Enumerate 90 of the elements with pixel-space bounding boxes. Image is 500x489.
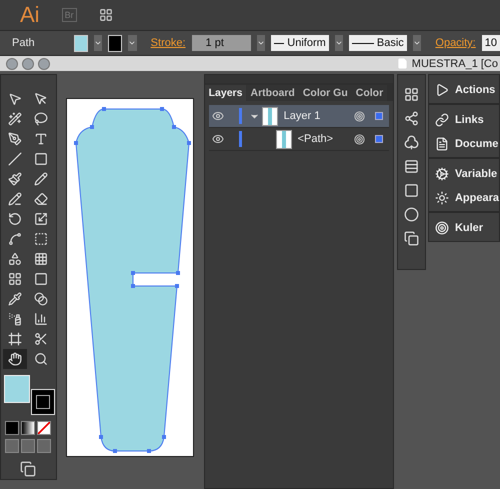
caret-icon (128, 39, 136, 47)
target-icon[interactable] (354, 110, 366, 122)
stroke-color-swatch[interactable] (31, 389, 56, 415)
document-icon (434, 137, 449, 151)
fill-swatch[interactable] (74, 34, 88, 52)
rotate-icon (8, 212, 22, 226)
link-icon (434, 113, 449, 127)
bar-chart-icon (34, 312, 48, 326)
eye-icon[interactable] (212, 133, 224, 145)
pen-nib-icon (8, 132, 22, 146)
eyedropper-icon (8, 292, 22, 306)
color-mode-button[interactable] (5, 421, 20, 435)
app-logo: Ai (20, 2, 40, 28)
eye-icon[interactable] (212, 110, 224, 122)
document-icon (396, 58, 408, 69)
spray-can-icon (8, 312, 22, 326)
selection-label: Path (12, 37, 36, 49)
document-title: MUESTRA_1 [Co (412, 58, 498, 70)
gears-icon (434, 167, 449, 181)
window-button[interactable] (38, 58, 50, 70)
none-mode-button[interactable] (37, 421, 52, 435)
play-icon (434, 83, 449, 97)
dock-panel-item[interactable]: Docume (434, 137, 499, 151)
layer-row[interactable]: Layer 1 (208, 105, 389, 128)
layer-row[interactable]: <Path> (208, 128, 389, 151)
perspective-grid-icon (34, 252, 48, 266)
line-icon (8, 152, 22, 166)
screen-mode-icon[interactable] (20, 461, 36, 477)
panel-tab[interactable]: Layers (204, 85, 246, 101)
caret-icon (94, 39, 102, 47)
stroke-weight-field[interactable]: 1 pt (192, 35, 251, 51)
sun-icon (434, 191, 449, 205)
layer-color-bar (238, 108, 242, 124)
tool-button[interactable] (3, 349, 28, 369)
shape-builder-icon (8, 252, 22, 266)
artboard-icon (8, 332, 22, 346)
nodes-icon[interactable] (404, 111, 419, 126)
pencil-icon (34, 172, 48, 186)
caret-icon (257, 39, 266, 47)
workspace-layout-icon[interactable] (98, 8, 113, 22)
slice-icon (34, 332, 48, 346)
opacity-field[interactable]: 10 (482, 35, 500, 51)
direct-selection-arrow-icon (34, 92, 48, 106)
caret-icon (413, 39, 422, 47)
scale-icon (34, 212, 48, 226)
dock-panel-item[interactable]: Links (434, 113, 499, 127)
club-icon[interactable] (404, 135, 419, 150)
profile-select[interactable]: Uniform (271, 35, 329, 51)
layer-color-bar (238, 131, 242, 147)
transparency-circle-icon[interactable] (404, 207, 419, 222)
lasso-icon (34, 112, 48, 126)
dropdown-button[interactable] (334, 35, 344, 51)
target-icon[interactable] (354, 134, 366, 144)
stroke-swatch[interactable] (108, 34, 122, 52)
dock-panel-item[interactable]: Kuler (434, 221, 499, 235)
type-icon (34, 132, 48, 146)
panel-tab[interactable]: Artboard (246, 85, 299, 101)
eraser-icon (34, 192, 48, 206)
window-button[interactable] (22, 58, 34, 70)
dock-panel-item[interactable]: Variable (434, 167, 499, 181)
panel-tab[interactable]: Color (352, 85, 388, 101)
grid-icon[interactable] (404, 87, 419, 102)
layer-name: <Path> (298, 133, 334, 145)
dropdown-button[interactable] (256, 35, 266, 51)
paintbrush-icon (8, 172, 22, 186)
stroke-lines-icon[interactable] (404, 159, 419, 174)
layer-thumbnail (276, 130, 292, 148)
dropdown-button[interactable] (412, 35, 422, 51)
zoom-icon (34, 352, 48, 366)
caret-icon (335, 39, 344, 47)
layer-thumbnail (262, 106, 278, 126)
dock-panel-item[interactable]: Actions (434, 83, 499, 97)
opacity-link[interactable]: Opacity: (435, 37, 476, 49)
dock-panel-item[interactable]: Appeara (434, 191, 499, 205)
gradient-mode-button[interactable] (21, 421, 36, 435)
hand-icon (8, 352, 22, 366)
dropdown-button[interactable] (94, 35, 102, 51)
selection-square-icon[interactable] (374, 135, 383, 143)
fill-color-swatch[interactable] (4, 375, 30, 403)
magic-wand-icon (8, 112, 22, 126)
rectangle-icon (34, 152, 48, 166)
overlapping-squares-icon[interactable] (404, 231, 419, 246)
selection-square-icon[interactable] (374, 112, 383, 120)
selection-arrow-icon (8, 92, 22, 106)
brush-select[interactable]: Basic (349, 35, 407, 51)
blend-icon (34, 292, 48, 306)
window-button[interactable] (6, 58, 18, 70)
stroke-link[interactable]: Stroke: (150, 37, 186, 49)
panel-tab[interactable]: Color Gu (298, 85, 352, 101)
layer-name: Layer 1 (284, 110, 322, 122)
